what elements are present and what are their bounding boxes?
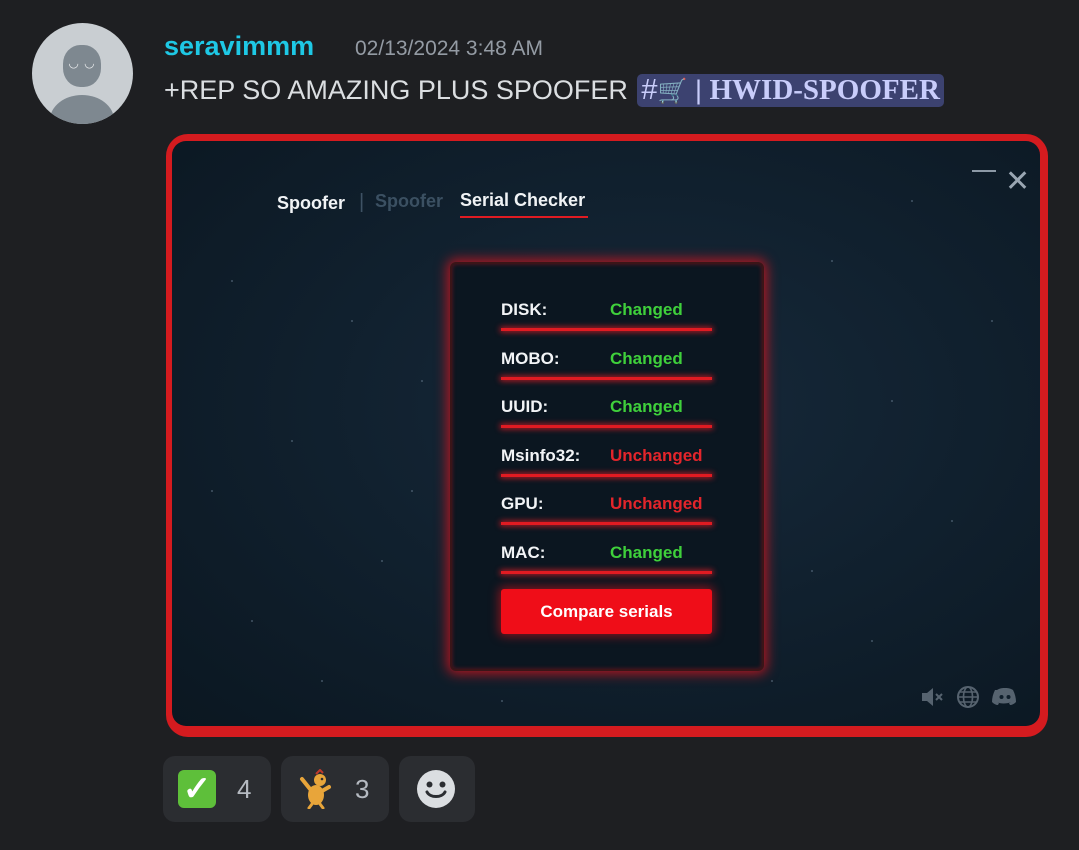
active-tab-underline [460,216,588,218]
serial-label: GPU: [501,494,544,513]
channel-hash-icon: # [641,74,658,106]
serial-label: UUID: [501,397,549,416]
add-reaction-button[interactable] [399,756,475,822]
dancing-figure-emoji [300,769,331,809]
row-divider [501,522,712,525]
check-mark-emoji: ✓ [178,770,216,808]
message-text: +REP SO AMAZING PLUS SPOOFER [164,75,628,105]
message-timestamp[interactable]: 02/13/2024 3:48 AM [355,37,543,61]
row-divider [501,328,712,331]
message-content: +REP SO AMAZING PLUS SPOOFER #🛒 | HWID-S… [164,74,944,107]
row-divider [501,425,712,428]
spoofer-app-window: ✕ Spoofer | Spoofer Serial Checker DISK:… [172,141,1040,726]
serial-status: Changed [610,300,683,319]
serial-row-disk: DISK: Changed [501,292,713,340]
shopping-cart-icon: 🛒 [657,78,688,105]
compare-serials-button[interactable]: Compare serials [501,589,712,634]
serial-checker-panel: DISK: Changed MOBO: Changed UUID: Change… [450,262,764,671]
serial-status: Unchanged [610,494,703,513]
serial-label: MAC: [501,543,546,562]
tab-serial-checker[interactable]: Serial Checker [460,190,585,211]
user-avatar[interactable]: ◡ ◡ [32,23,133,124]
serial-label: Msinfo32: [501,446,581,465]
row-divider [501,474,712,477]
reaction-check-mark[interactable]: ✓ 4 [163,756,271,822]
avatar-face-icon: ◡ ◡ [68,56,96,70]
close-icon[interactable]: ✕ [1005,167,1030,197]
tab-separator: | [359,191,365,213]
row-divider [501,571,712,574]
tab-spoofer-brand[interactable]: Spoofer [277,193,345,214]
channel-separator: | [694,75,702,105]
image-attachment[interactable]: ✕ Spoofer | Spoofer Serial Checker DISK:… [166,134,1048,737]
serial-status: Changed [610,397,683,416]
mute-icon[interactable] [919,684,945,710]
serial-row-uuid: UUID: Changed [501,389,713,437]
reaction-count: 4 [237,774,252,804]
add-reaction-icon [417,770,455,808]
serial-row-gpu: GPU: Unchanged [501,486,713,534]
serial-status: Changed [610,349,683,368]
username[interactable]: seravimmm [164,31,314,62]
serial-status: Unchanged [610,446,703,465]
discord-icon[interactable] [991,684,1019,710]
minimize-button[interactable] [972,170,996,172]
serial-status: Changed [610,543,683,562]
serial-label: MOBO: [501,349,560,368]
reaction-dancing-figure[interactable]: 3 [281,756,389,822]
serial-row-mobo: MOBO: Changed [501,341,713,389]
row-divider [501,377,712,380]
reaction-count: 3 [355,774,370,804]
serial-row-mac: MAC: Changed [501,535,713,583]
tab-spoofer[interactable]: Spoofer [375,191,443,212]
channel-name: HWID-SPOOFER [709,74,940,106]
channel-mention[interactable]: #🛒 | HWID-SPOOFER [637,74,944,107]
serial-label: DISK: [501,300,548,319]
globe-icon[interactable] [955,684,981,710]
serial-row-msinfo32: Msinfo32: Unchanged [501,438,713,486]
avatar-body [50,95,114,124]
